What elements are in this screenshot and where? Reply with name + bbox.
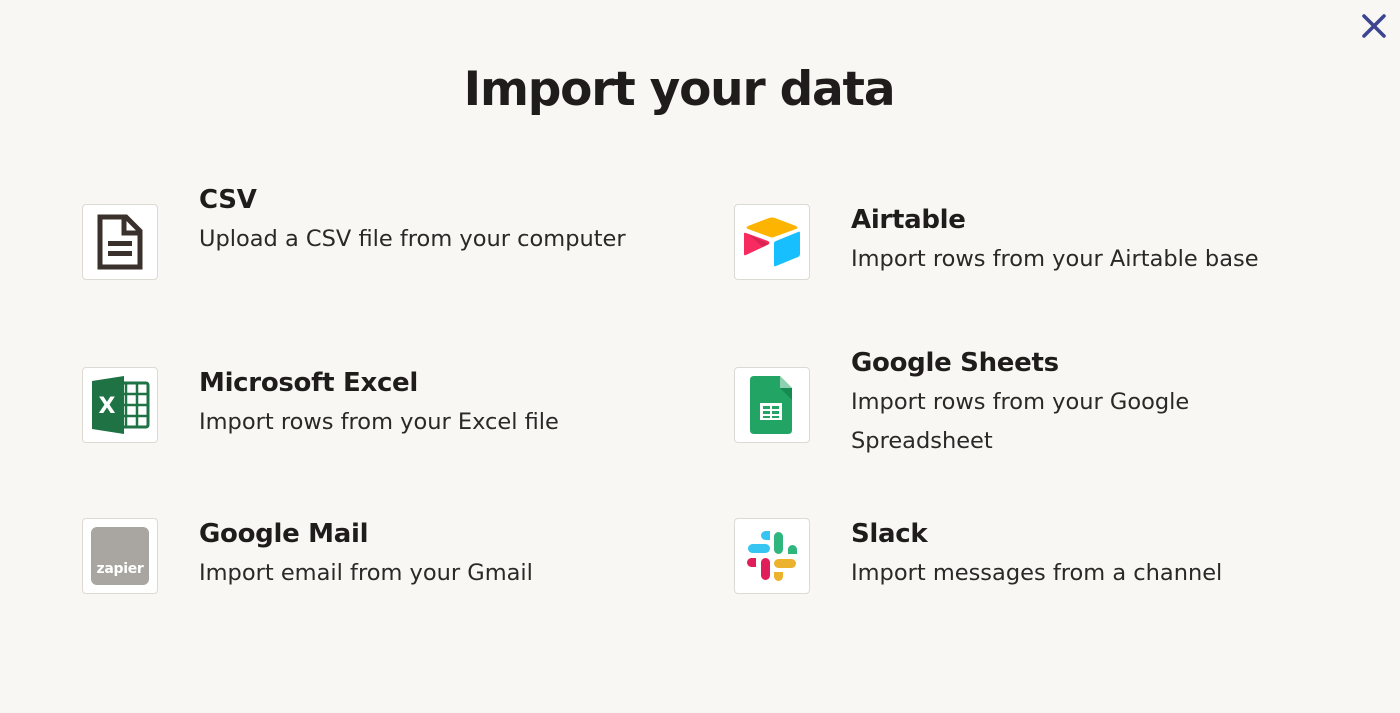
option-description: Import rows from your Excel file (199, 409, 559, 435)
google-sheets-tile (734, 367, 810, 443)
option-description: Upload a CSV file from your computer (199, 226, 626, 252)
page-title: Import your data (463, 62, 896, 117)
option-description: Import email from your Gmail (199, 560, 533, 586)
zapier-icon-label: zapier (96, 561, 144, 577)
close-icon (1362, 14, 1386, 38)
airtable-icon (744, 217, 800, 267)
csv-tile (82, 204, 158, 280)
zapier-icon: zapier (91, 527, 149, 585)
option-name: Google Sheets (851, 348, 1059, 378)
excel-tile: X (82, 367, 158, 443)
option-name: Google Mail (199, 519, 369, 549)
google-mail-tile: zapier (82, 518, 158, 594)
close-button[interactable] (1358, 10, 1390, 42)
option-name: Airtable (851, 205, 966, 235)
slack-icon (747, 531, 797, 581)
option-name: Slack (851, 519, 928, 549)
airtable-tile (734, 204, 810, 280)
excel-icon: X (92, 376, 150, 434)
slack-tile (734, 518, 810, 594)
option-name: Microsoft Excel (199, 368, 419, 398)
option-description: Import messages from a channel (851, 560, 1223, 586)
document-icon (97, 214, 143, 270)
google-sheets-icon (750, 376, 792, 434)
option-name: CSV (199, 185, 257, 215)
option-description: Import rows from your Airtable base (851, 246, 1259, 272)
svg-text:X: X (99, 394, 116, 419)
option-description: Import rows from your Google Spreadsheet (851, 389, 1190, 454)
